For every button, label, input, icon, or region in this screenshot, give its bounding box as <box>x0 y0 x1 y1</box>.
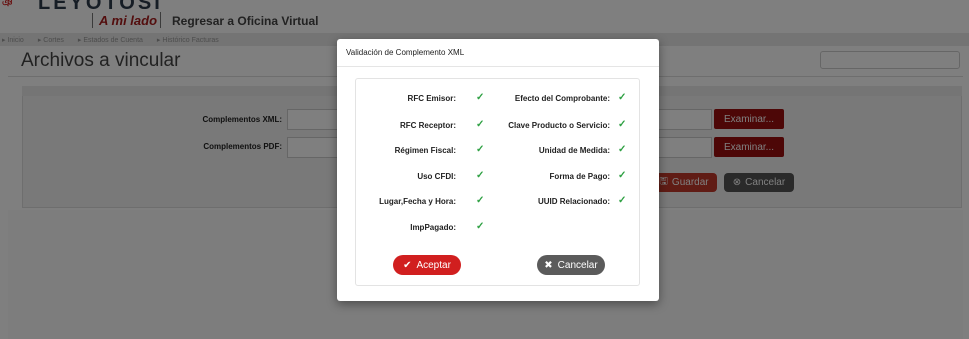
aceptar-button[interactable]: ✔ Aceptar <box>393 255 461 275</box>
label-rfc-receptor: RFC Receptor: <box>399 121 456 130</box>
check-icon: ✓ <box>618 170 627 181</box>
check-icon: ✓ <box>476 92 485 103</box>
check-icon: ✓ <box>476 170 485 181</box>
modal-header-divider <box>337 66 659 67</box>
check-icon: ✓ <box>476 119 485 130</box>
aceptar-label: Aceptar <box>416 259 451 271</box>
label-imppagado: ImpPagado: <box>410 223 456 232</box>
label-uso-cfdi: Uso CFDI: <box>417 172 456 181</box>
checkmark-icon: ✔ <box>403 259 412 271</box>
label-efecto-comprobante: Efecto del Comprobante: <box>514 94 610 103</box>
check-icon: ✓ <box>618 144 627 155</box>
check-icon: ✓ <box>618 119 627 130</box>
validation-modal: Validación de Complemento XML RFC Emisor… <box>337 39 659 301</box>
label-regimen-fiscal: Régimen Fiscal: <box>394 146 456 155</box>
label-unidad-medida: Unidad de Medida: <box>538 146 610 155</box>
close-icon: ✖ <box>544 259 553 271</box>
label-clave-producto: Clave Producto o Servicio: <box>508 121 610 130</box>
label-lugar-fecha-hora: Lugar,Fecha y Hora: <box>379 197 456 206</box>
check-icon: ✓ <box>618 92 627 103</box>
label-rfc-emisor: RFC Emisor: <box>407 94 456 103</box>
modal-cancelar-label: Cancelar <box>557 259 598 271</box>
page: ঞ LEYOTOSI A mi lado Regresar a Oficina … <box>0 0 969 339</box>
check-icon: ✓ <box>476 195 485 206</box>
check-icon: ✓ <box>476 144 485 155</box>
check-icon: ✓ <box>476 221 485 232</box>
label-uuid-relacionado: UUID Relacionado: <box>537 197 610 206</box>
modal-title: Validación de Complemento XML <box>346 48 465 57</box>
label-forma-pago: Forma de Pago: <box>549 172 610 181</box>
modal-cancelar-button[interactable]: ✖ Cancelar <box>537 255 605 275</box>
check-icon: ✓ <box>618 195 627 206</box>
